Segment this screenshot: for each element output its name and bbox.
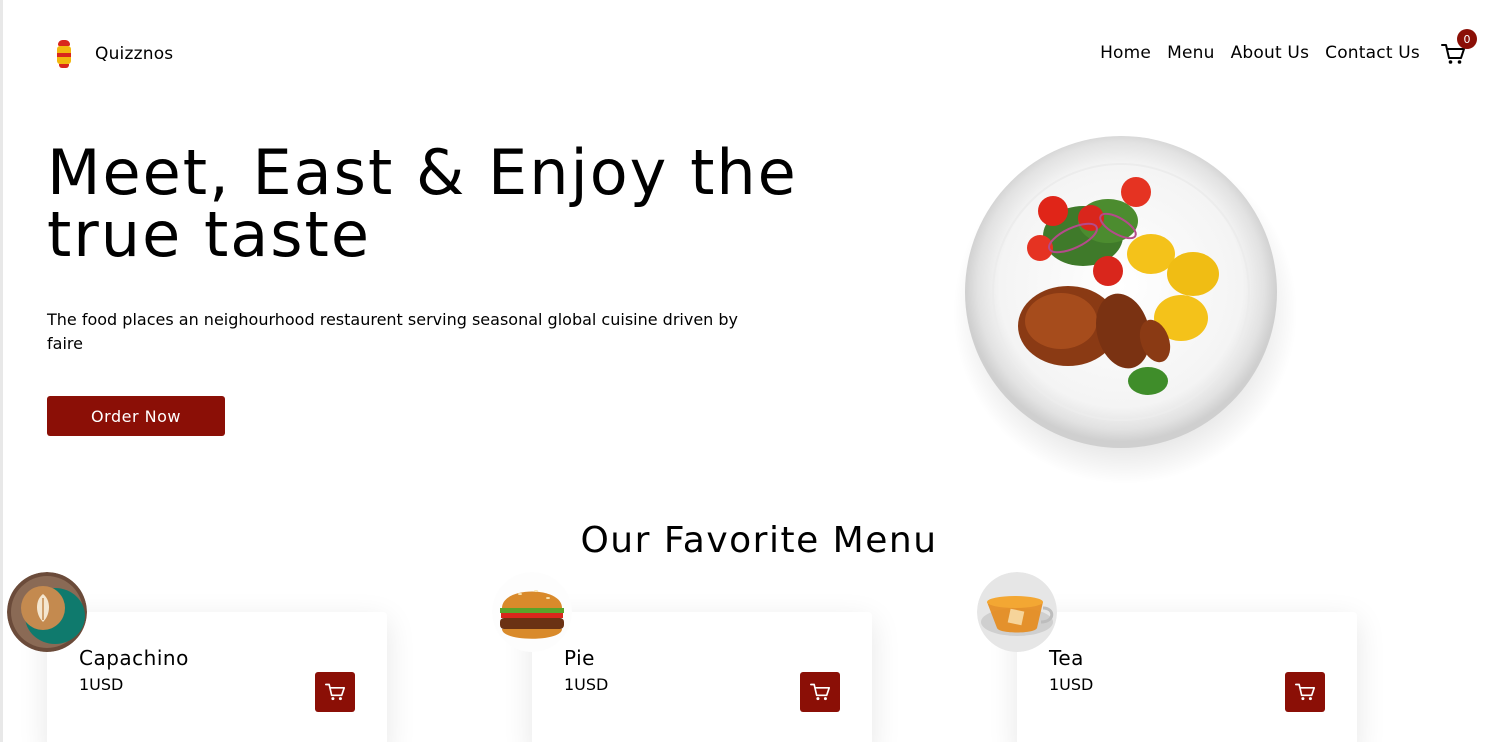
hero-title: Meet, East & Enjoy the true taste	[47, 142, 807, 266]
order-now-button[interactable]: Order Now	[47, 396, 225, 436]
main-nav: Home Menu About Us Contact Us	[1100, 43, 1420, 63]
tea-cup-icon	[977, 572, 1057, 652]
menu-item-price: 1USD	[564, 675, 609, 694]
menu-section-title: Our Favorite Menu	[580, 520, 938, 561]
cart-count-badge: 0	[1457, 29, 1477, 49]
menu-item-card: Capachino 1USD	[7, 572, 387, 742]
nav-contact-us[interactable]: Contact Us	[1325, 43, 1420, 63]
nav-home[interactable]: Home	[1100, 43, 1151, 63]
add-to-cart-button[interactable]	[315, 672, 355, 712]
menu-item-name: Capachino	[79, 646, 189, 670]
burger-icon	[492, 572, 572, 652]
hero-food-plate-image	[943, 126, 1303, 486]
brand-logo-icon	[53, 40, 75, 68]
nav-about-us[interactable]: About Us	[1231, 43, 1310, 63]
add-to-cart-button[interactable]	[1285, 672, 1325, 712]
hero-description: The food places an neighourhood restaure…	[47, 310, 739, 353]
hero-title-line-2: true taste	[47, 198, 372, 271]
menu-item-name: Pie	[564, 646, 595, 670]
nav-menu[interactable]: Menu	[1167, 43, 1214, 63]
brand-name: Quizznos	[95, 44, 174, 64]
menu-item-card: Tea 1USD	[977, 572, 1357, 742]
brand[interactable]: Quizznos	[53, 40, 173, 68]
menu-item-name: Tea	[1049, 646, 1084, 670]
menu-item-card: Pie 1USD	[492, 572, 872, 742]
coffee-cup-icon	[7, 572, 87, 652]
cart-icon	[1295, 683, 1315, 701]
add-to-cart-button[interactable]	[800, 672, 840, 712]
site-header: Quizznos Home Menu About Us Contact Us	[3, 0, 1500, 100]
menu-item-price: 1USD	[79, 675, 124, 694]
menu-item-price: 1USD	[1049, 675, 1094, 694]
cart-icon	[325, 683, 345, 701]
cart-icon	[809, 683, 830, 701]
